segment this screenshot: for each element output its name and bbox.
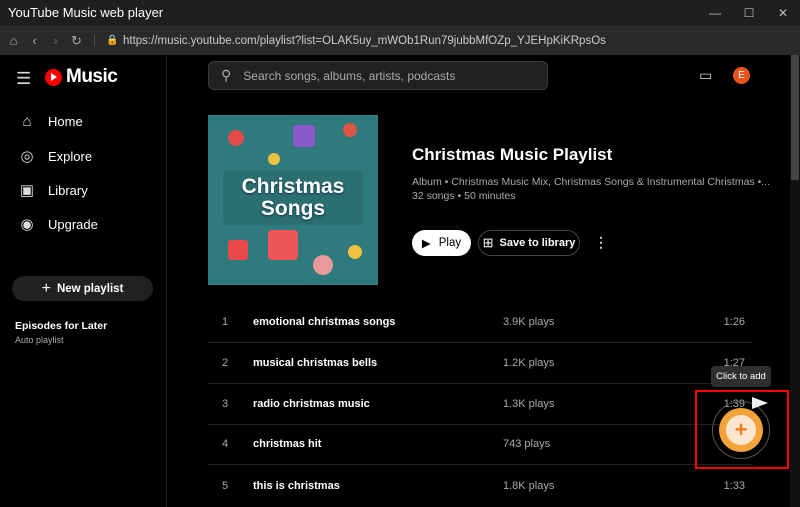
- track-plays: 1.3K plays: [503, 398, 555, 410]
- cast-icon[interactable]: ▭: [699, 67, 712, 84]
- tooltip: Click to add: [711, 366, 771, 387]
- track-plays: 1.8K plays: [503, 479, 555, 492]
- add-music-button[interactable]: +: [712, 401, 770, 459]
- track-plays: 1.2K plays: [503, 357, 555, 369]
- more-options-icon[interactable]: ⋮: [594, 234, 608, 251]
- track-number: 5: [222, 479, 229, 492]
- forward-icon[interactable]: ›: [45, 33, 66, 48]
- save-to-library-button[interactable]: ⊞ Save to library: [478, 230, 580, 256]
- track-row[interactable]: 1 emotional christmas songs 3.9K plays 1:26: [208, 302, 753, 343]
- library-icon: ▣: [19, 182, 35, 199]
- search-placeholder: Search songs, albums, artists, podcasts: [243, 68, 456, 83]
- new-playlist-button[interactable]: + New playlist: [12, 276, 153, 301]
- logo-text: Music: [66, 66, 118, 87]
- avatar[interactable]: E: [733, 67, 750, 84]
- compass-icon: ◎: [20, 148, 34, 165]
- home-icon[interactable]: ⌂: [3, 33, 24, 48]
- sidebar-item-library[interactable]: ▣ Library: [18, 181, 88, 199]
- track-row[interactable]: 4 christmas hit 743 plays: [208, 424, 753, 465]
- sidebar-item-label: Explore: [48, 148, 93, 164]
- plus-icon: +: [726, 415, 756, 445]
- track-number: 1: [222, 316, 229, 328]
- track-duration: 1:26: [723, 316, 745, 328]
- reload-icon[interactable]: ↻: [66, 33, 87, 49]
- address-bar: ⌂ ‹ › ↻ | 🔒 https://music.youtube.com/pl…: [0, 26, 800, 55]
- plus-icon: +: [41, 279, 51, 297]
- sidebar-item-home[interactable]: ⌂ Home: [18, 113, 83, 130]
- album-art: Christmas Songs: [208, 115, 378, 285]
- back-icon[interactable]: ‹: [24, 33, 45, 48]
- divider: |: [93, 34, 96, 47]
- new-playlist-label: New playlist: [56, 282, 124, 295]
- track-title[interactable]: musical christmas bells: [253, 357, 503, 369]
- track-number: 2: [222, 357, 229, 369]
- lock-icon: 🔒: [106, 35, 119, 46]
- maximize-button[interactable]: ☐: [732, 0, 766, 26]
- scrollbar[interactable]: [790, 55, 800, 507]
- scrollbar-thumb[interactable]: [791, 55, 799, 180]
- youtube-music-logo-icon: [45, 68, 62, 86]
- search-input[interactable]: ⚲ Search songs, albums, artists, podcasts: [208, 61, 548, 90]
- close-button[interactable]: ✕: [766, 0, 800, 26]
- save-label: Save to library: [499, 237, 576, 249]
- track-number: 3: [222, 398, 229, 410]
- minimize-button[interactable]: —: [698, 0, 732, 26]
- track-title[interactable]: this is christmas: [253, 480, 503, 492]
- track-plays: 743 plays: [503, 438, 551, 450]
- sidebar-item-label: Home: [48, 114, 83, 129]
- episodes-subtitle: Auto playlist: [15, 335, 64, 345]
- track-duration: 1:33: [723, 479, 745, 492]
- home-icon: ⌂: [22, 113, 32, 130]
- playlist-stats: 32 songs • 50 minutes: [412, 190, 516, 202]
- track-title[interactable]: christmas hit: [253, 438, 503, 450]
- track-row[interactable]: 5 this is christmas 1.8K plays 1:33: [208, 465, 753, 506]
- play-icon: ▶: [421, 238, 431, 250]
- play-label: Play: [438, 237, 462, 249]
- menu-icon[interactable]: ☰: [16, 69, 31, 89]
- library-add-icon: ⊞: [482, 235, 494, 250]
- playlist-title: Christmas Music Playlist: [412, 145, 613, 164]
- search-icon: ⚲: [221, 67, 232, 83]
- add-button-ring: +: [719, 408, 763, 452]
- playlist-meta: Album • Christmas Music Mix, Christmas S…: [412, 176, 771, 188]
- episodes-for-later[interactable]: Episodes for Later: [15, 320, 107, 332]
- youtube-icon: ◉: [20, 216, 34, 233]
- sidebar-item-upgrade[interactable]: ◉ Upgrade: [18, 215, 98, 233]
- url-field[interactable]: https://music.youtube.com/playlist?list=…: [123, 35, 606, 47]
- play-button[interactable]: ▶ Play: [412, 230, 471, 256]
- window-title: YouTube Music web player: [8, 5, 164, 20]
- title-bar: YouTube Music web player — ☐ ✕: [0, 0, 800, 26]
- track-title[interactable]: radio christmas music: [253, 398, 503, 410]
- track-row[interactable]: 3 radio christmas music 1.3K plays 1:39: [208, 384, 753, 425]
- album-art-title: Christmas Songs: [223, 170, 363, 225]
- sidebar-item-explore[interactable]: ◎ Explore: [18, 147, 92, 165]
- sidebar: ☰ Music ⌂ Home ◎ Explore ▣ Library ◉ Upgrade…: [0, 55, 167, 507]
- logo[interactable]: Music: [45, 66, 118, 88]
- track-title[interactable]: emotional christmas songs: [253, 316, 503, 328]
- track-plays: 3.9K plays: [503, 316, 555, 328]
- sidebar-item-label: Upgrade: [48, 216, 98, 232]
- sidebar-item-label: Library: [48, 182, 88, 198]
- track-number: 4: [222, 438, 229, 450]
- track-row[interactable]: 2 musical christmas bells 1.2K plays 1:27: [208, 343, 753, 384]
